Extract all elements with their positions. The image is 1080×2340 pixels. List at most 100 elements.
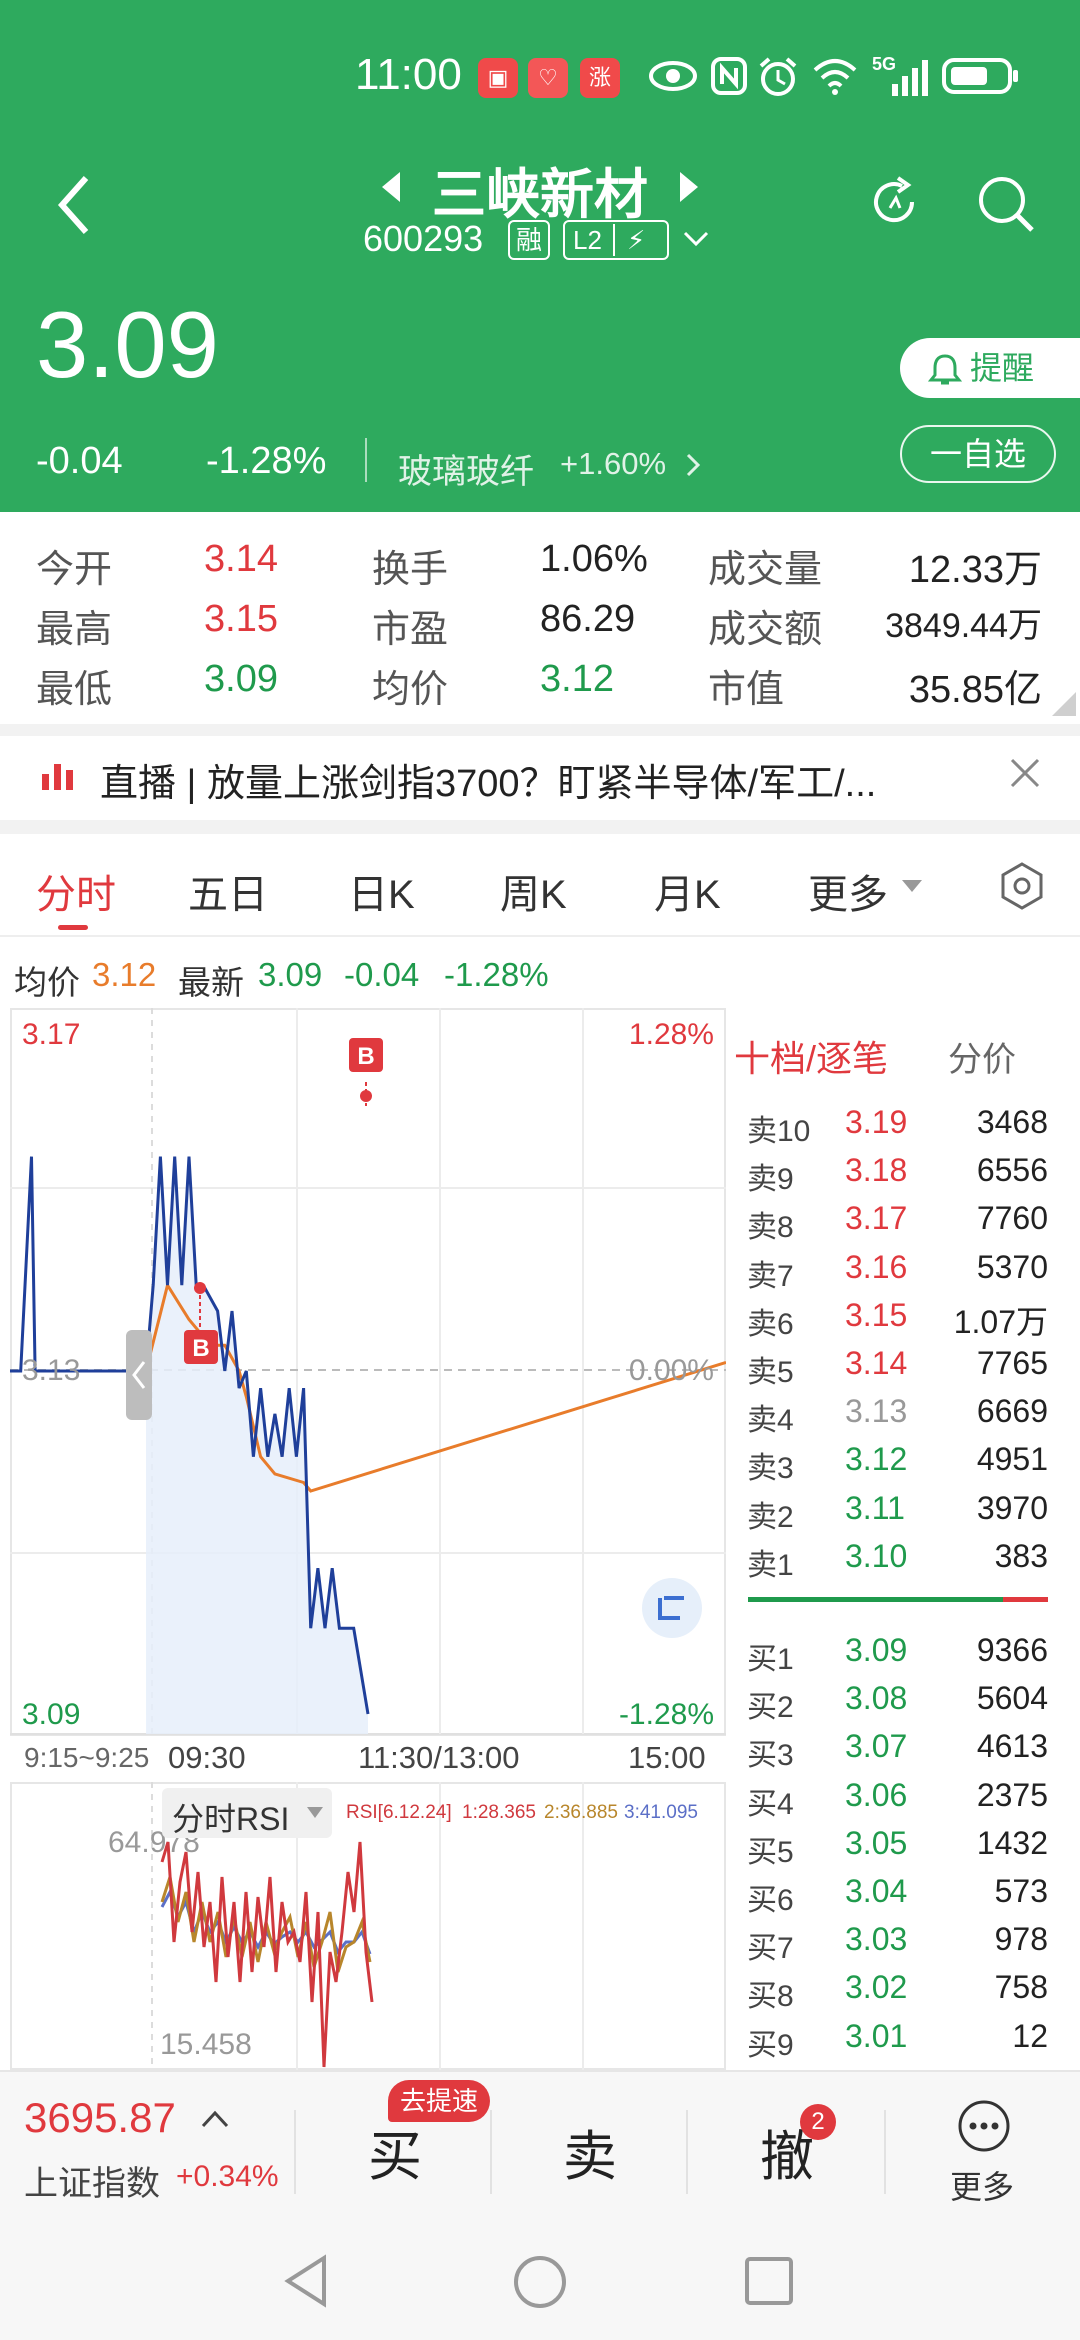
buy-row-price[interactable]: 3.05 <box>845 1825 907 1862</box>
chevron-up-icon[interactable] <box>200 2108 230 2130</box>
index-value[interactable]: 3695.87 <box>24 2094 176 2142</box>
index-change: +0.34% <box>176 2160 279 2193</box>
tab-monthly-k[interactable]: 月K <box>654 862 721 920</box>
buy-row-price[interactable]: 3.07 <box>845 1728 907 1765</box>
sell-row-price[interactable]: 3.18 <box>845 1152 907 1189</box>
eye-icon <box>649 61 697 91</box>
chevron-right-icon[interactable] <box>684 452 704 478</box>
stock-header: 11:00 ▣ ♡ 涨 5G 三峡新材 600293 融 L2 ⚡ 3.09 -… <box>0 0 1080 512</box>
sell-row-price[interactable]: 3.19 <box>845 1104 907 1141</box>
pct-tick-top: 1.28% <box>629 1018 714 1051</box>
sell-row-price[interactable]: 3.14 <box>845 1345 907 1382</box>
next-stock-button[interactable] <box>680 172 698 202</box>
news-headline[interactable]: 直播 | 放量上涨剑指3700？盯紧半导体/军工/... <box>100 752 876 807</box>
buy-row-price[interactable]: 3.06 <box>845 1777 907 1814</box>
nav-home-icon[interactable] <box>512 2254 568 2310</box>
rsi-chart[interactable]: 64.978 15.458 <box>10 1782 726 2070</box>
settings-hexagon-icon[interactable] <box>996 860 1048 912</box>
buy-row-price[interactable]: 3.09 <box>845 1632 907 1669</box>
buy-marker-dot <box>194 1282 206 1294</box>
stat-label-turnover: 换手 <box>372 549 449 591</box>
x-tick-midday: 11:30/13:00 <box>358 1740 520 1775</box>
bar-divider <box>294 2110 296 2194</box>
sell-row-price[interactable]: 3.17 <box>845 1200 907 1237</box>
chevron-down-icon[interactable] <box>682 228 710 250</box>
huawei-app-icon: ♡ <box>528 58 568 98</box>
buy-button[interactable]: 买 <box>368 2112 422 2191</box>
buy-row-volume: 9366 <box>976 1632 1048 1668</box>
stat-label-amount: 成交额 <box>708 609 823 651</box>
sector-change[interactable]: +1.60% <box>560 446 666 482</box>
caret-down-icon <box>307 1807 323 1818</box>
sell-row-volume: 7760 <box>976 1200 1048 1237</box>
caret-down-icon[interactable] <box>900 878 924 894</box>
search-icon[interactable] <box>974 172 1038 236</box>
sell-row-price[interactable]: 3.12 <box>845 1441 907 1478</box>
x-tick-open: 09:30 <box>168 1740 246 1775</box>
stat-value-amount: 3849.44万 <box>885 607 1042 645</box>
cancel-count-badge: 2 <box>800 2104 836 2140</box>
buy-row-price[interactable]: 3.02 <box>845 1969 907 2006</box>
x-tick-close: 15:00 <box>628 1740 706 1775</box>
nav-back-icon[interactable] <box>282 2254 330 2308</box>
stat-value-market-cap: 35.85亿 <box>908 669 1042 711</box>
tab-intraday[interactable]: 分时 <box>36 862 116 920</box>
stat-label-avg: 均价 <box>372 669 449 711</box>
buy-row-price[interactable]: 3.01 <box>845 2018 907 2055</box>
buy-row-label: 买1 <box>747 1643 794 1676</box>
buy-row-price[interactable]: 3.04 <box>845 1873 907 1910</box>
expand-corner-icon[interactable] <box>1050 690 1078 718</box>
buy-marker-label: B <box>192 1335 209 1362</box>
buy-row-label: 买5 <box>747 1835 794 1869</box>
order-book-tab[interactable]: 十档/逐笔 <box>734 1030 888 1082</box>
close-icon[interactable] <box>1008 756 1042 790</box>
current-price: 3.09 <box>36 292 219 397</box>
sell-row-price[interactable]: 3.15 <box>845 1297 907 1334</box>
buy-row-volume: 758 <box>994 1969 1048 2006</box>
tab-more[interactable]: 更多 <box>808 862 888 920</box>
more-icon[interactable] <box>956 2098 1012 2154</box>
index-name[interactable]: 上证指数 <box>24 2156 160 2205</box>
sell-row-price[interactable]: 3.10 <box>845 1538 907 1575</box>
latest-change-percent: -1.28% <box>444 956 549 993</box>
buy-row-label: 买6 <box>747 1884 794 1917</box>
sell-row-volume: 6669 <box>976 1393 1048 1430</box>
sell-row-price[interactable]: 3.11 <box>845 1490 905 1527</box>
price-distribution-tab[interactable]: 分价 <box>948 1032 1016 1081</box>
sell-row-label: 卖5 <box>747 1356 794 1389</box>
nav-recents-icon[interactable] <box>744 2256 794 2306</box>
sector-name[interactable]: 玻璃玻纤 <box>398 444 534 493</box>
stat-label-pe: 市盈 <box>372 609 449 651</box>
notification-app-icon: ▣ <box>478 58 518 98</box>
stat-value-turnover: 1.06% <box>540 538 648 580</box>
intraday-chart[interactable]: B B 3.17 3.13 3.09 1.28% 0.00% -1.28% <box>10 1008 726 1738</box>
bar-divider <box>884 2110 886 2194</box>
sell-row-price[interactable]: 3.16 <box>845 1249 907 1286</box>
battery-icon <box>942 58 1018 94</box>
refresh-icon[interactable] <box>864 172 924 232</box>
sell-row-label: 卖10 <box>747 1115 811 1148</box>
tab-five-day[interactable]: 五日 <box>188 862 268 920</box>
latest-price-label: 最新 <box>178 964 244 1001</box>
signal-icon <box>892 60 928 96</box>
sell-row-volume: 3970 <box>976 1489 1048 1526</box>
remind-button[interactable]: 提醒 <box>900 338 1080 398</box>
tab-weekly-k[interactable]: 周K <box>500 862 567 920</box>
buy-row-price[interactable]: 3.08 <box>845 1680 907 1717</box>
active-tab-indicator <box>58 925 88 930</box>
bar-divider <box>686 2110 688 2194</box>
status-time: 11:00 <box>355 50 462 99</box>
buy-row-volume: 5604 <box>976 1680 1048 1717</box>
tabs-divider <box>0 935 1080 937</box>
more-label[interactable]: 更多 <box>950 2162 1014 2208</box>
zhang-app-icon: 涨 <box>580 58 620 98</box>
stat-value-pe: 86.29 <box>540 598 636 640</box>
sell-button[interactable]: 卖 <box>563 2112 617 2191</box>
sell-row-price[interactable]: 3.13 <box>845 1393 907 1430</box>
rsi-selector[interactable]: 分时RSI <box>162 1788 332 1838</box>
stat-value-low: 3.09 <box>204 658 278 700</box>
watchlist-button[interactable]: 一自选 <box>900 425 1056 483</box>
speed-up-badge[interactable]: 去提速 <box>388 2080 491 2122</box>
buy-row-price[interactable]: 3.03 <box>845 1921 907 1958</box>
tab-daily-k[interactable]: 日K <box>348 862 415 920</box>
